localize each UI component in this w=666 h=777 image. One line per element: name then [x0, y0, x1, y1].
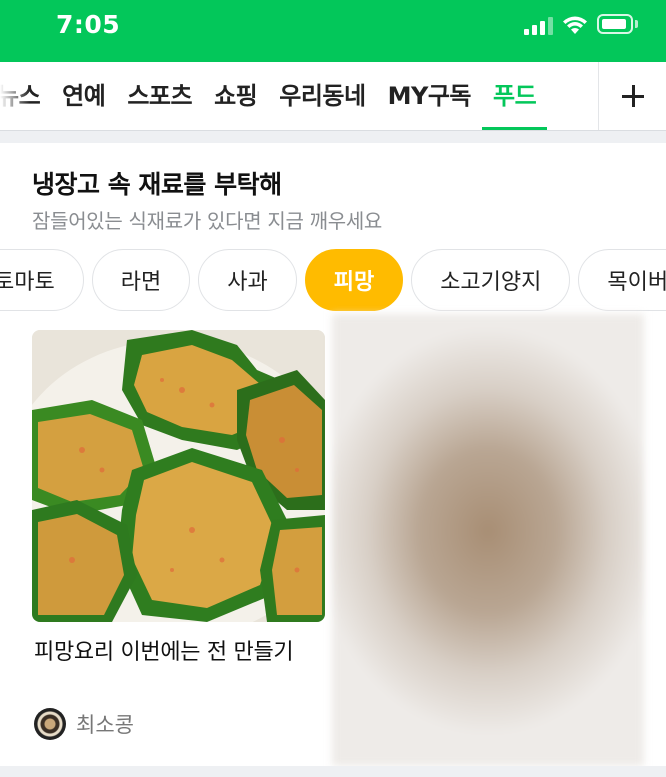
tab-neighborhood[interactable]: 우리동네 — [268, 62, 376, 130]
blurred-recipe-thumbnail[interactable] — [332, 314, 644, 766]
wifi-icon — [563, 16, 587, 34]
chip-wood-ear-mushroom[interactable]: 목이버섯 — [578, 249, 666, 311]
ingredient-section-card: 냉장고 속 재료를 부탁해 잠들어있는 식재료가 있다면 지금 깨우세요 토마토… — [0, 143, 666, 766]
category-tab-bar: 뉴스 연예 스포츠 쇼핑 우리동네 MY구독 푸드 — [0, 62, 666, 131]
recipe-thumbnail[interactable] — [32, 330, 325, 622]
tab-my-subscription[interactable]: MY구독 — [377, 62, 482, 130]
status-time: 7:05 — [56, 10, 121, 39]
signal-icon — [524, 17, 554, 35]
section-title: 냉장고 속 재료를 부탁해 — [32, 170, 282, 199]
tabs-scroll[interactable]: 뉴스 연예 스포츠 쇼핑 우리동네 MY구독 푸드 — [0, 62, 598, 130]
author-name: 최소콩 — [76, 713, 134, 737]
battery-icon — [597, 14, 638, 34]
tab-entertainment[interactable]: 연예 — [51, 62, 116, 130]
avatar — [34, 708, 66, 740]
tab-sports[interactable]: 스포츠 — [116, 62, 203, 130]
section-subtitle: 잠들어있는 식재료가 있다면 지금 깨우세요 — [32, 209, 383, 233]
status-bar: 7:05 — [0, 0, 666, 62]
plus-icon — [621, 85, 644, 107]
post-author[interactable]: 최소콩 — [34, 708, 134, 740]
chip-apple[interactable]: 사과 — [198, 249, 297, 311]
add-tab-button[interactable] — [598, 62, 666, 130]
stuffed-pepper-jeon-image — [32, 330, 325, 622]
tab-food[interactable]: 푸드 — [482, 62, 548, 130]
chip-tomato[interactable]: 토마토 — [0, 249, 84, 311]
chip-beef-brisket[interactable]: 소고기양지 — [411, 249, 571, 311]
chip-ramen[interactable]: 라면 — [91, 249, 191, 311]
chip-bell-pepper[interactable]: 피망 — [304, 249, 404, 311]
recipe-post[interactable]: 피망요리 이번에는 전 만들기 최소콩 — [32, 330, 325, 740]
tab-shopping[interactable]: 쇼핑 — [203, 62, 268, 130]
ingredient-chips[interactable]: 토마토 라면 사과 피망 소고기양지 목이버섯 — [0, 249, 666, 311]
tabs-fade — [0, 62, 30, 130]
post-title[interactable]: 피망요리 이번에는 전 만들기 — [34, 636, 324, 670]
